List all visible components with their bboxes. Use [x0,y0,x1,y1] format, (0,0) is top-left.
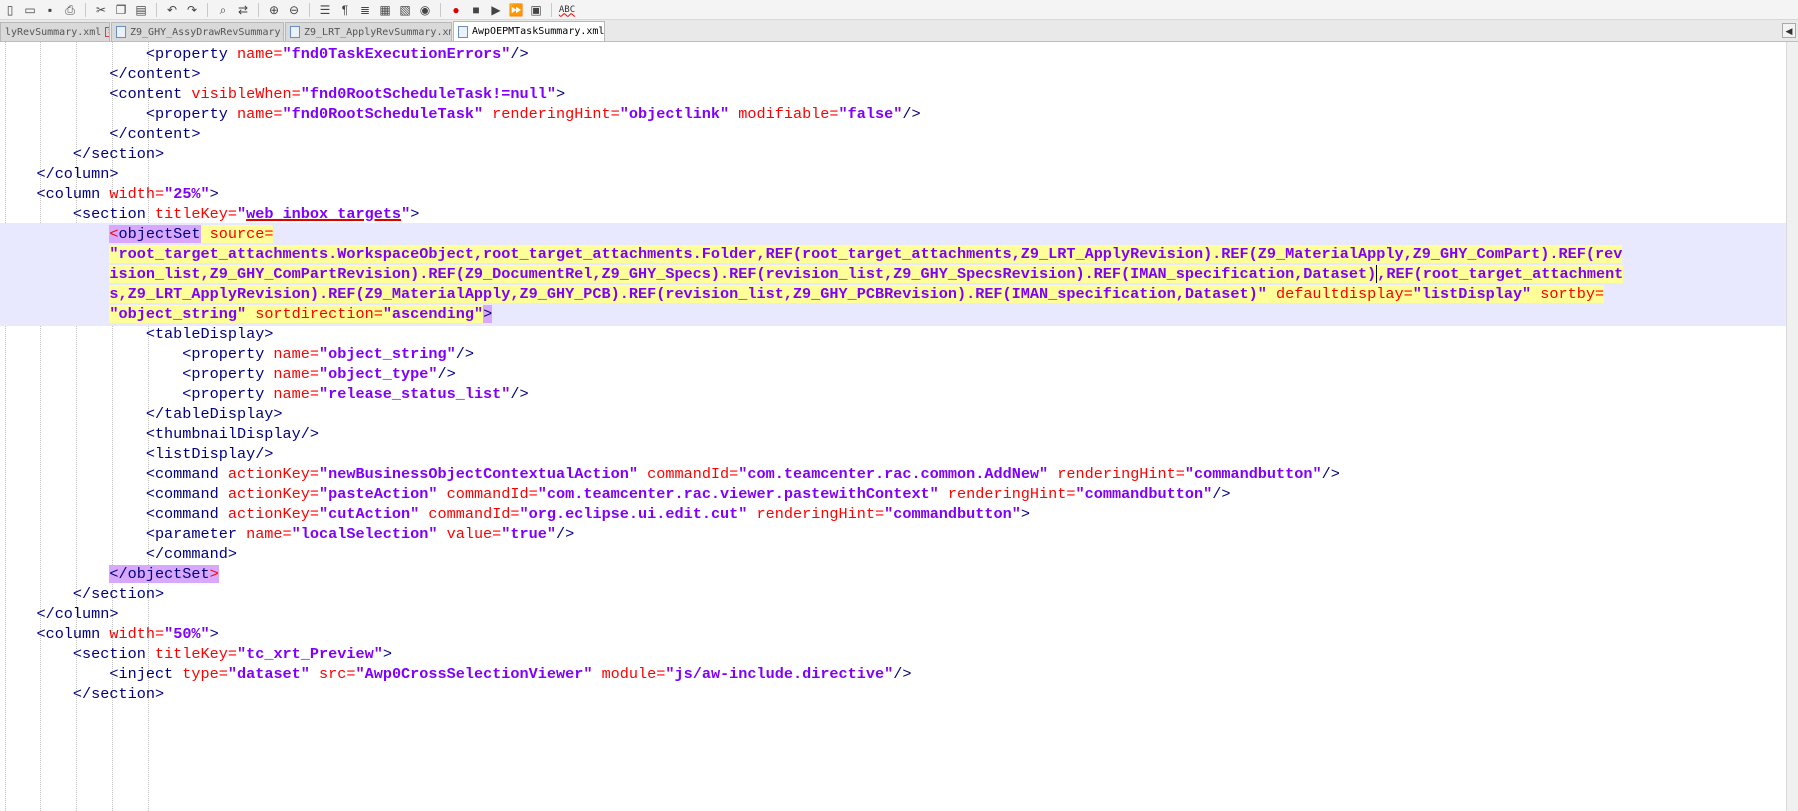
undo-icon[interactable]: ↶ [164,2,180,18]
tab-label: AwpOEPMTaskSummary.xml [472,26,605,37]
toolbar-divider [156,2,157,17]
toolbar-divider [258,2,259,17]
document-icon [116,26,126,38]
close-icon[interactable]: × [105,27,109,37]
matched-tag-end: </objectSet> [109,565,219,583]
open-icon[interactable]: ▭ [22,2,38,18]
document-tab-bar: lyRevSummary.xml × Z9_GHY_AssyDrawRevSum… [0,20,1798,42]
toolbar-divider [440,2,441,17]
tab-apply-rev-summary[interactable]: lyRevSummary.xml × [0,22,110,41]
wrap-icon[interactable]: ¶ [337,2,353,18]
cut-icon[interactable]: ✂ [93,2,109,18]
indent-guide-icon[interactable]: ≣ [357,2,373,18]
replace-icon[interactable]: ⇄ [235,2,251,18]
find-icon[interactable]: ⌕ [215,2,231,18]
paste-icon[interactable]: ▤ [133,2,149,18]
tab-label: Z9_LRT_ApplyRevSummary.xml [304,26,452,38]
redo-icon[interactable]: ↷ [184,2,200,18]
copy-icon[interactable]: ❐ [113,2,129,18]
record-icon[interactable]: ● [448,2,464,18]
toolbar-divider [207,2,208,17]
sync-icon[interactable]: ☰ [317,2,333,18]
tab-label: Z9_GHY_AssyDrawRevSummary.xml [130,26,283,38]
main-toolbar: ▯ ▭ ▪ ⎙ ✂ ❐ ▤ ↶ ↷ ⌕ ⇄ ⊕ ⊖ ☰ ¶ ≣ ▦ ▧ ◉ ● … [0,0,1798,20]
underlined-value: web_inbox_targets [246,205,402,223]
toolbar-divider [309,2,310,17]
vertical-scrollbar[interactable] [1786,42,1798,811]
zoom-in-icon[interactable]: ⊕ [266,2,282,18]
tab-assy-draw-rev-summary[interactable]: Z9_GHY_AssyDrawRevSummary.xml × [111,22,284,41]
code-line[interactable]: </section> [0,683,1786,706]
playback-multiple-icon[interactable]: ⏩ [508,2,524,18]
save-macro-icon[interactable]: ▣ [528,2,544,18]
tab-label: lyRevSummary.xml [5,26,102,38]
spellcheck-icon[interactable]: ABC [559,2,575,18]
new-file-icon[interactable]: ▯ [2,2,18,18]
code-editor[interactable]: <property name="fnd0TaskExecutionErrors"… [0,42,1786,811]
zoom-out-icon[interactable]: ⊖ [286,2,302,18]
toolbar-divider [551,2,552,17]
tab-awp-oepm-task-summary[interactable]: AwpOEPMTaskSummary.xml × [453,21,605,41]
stop-icon[interactable]: ■ [468,2,484,18]
document-icon [290,26,300,38]
monitor-icon[interactable]: ◉ [417,2,433,18]
folder-icon[interactable]: ▦ [377,2,393,18]
toolbar-divider [85,2,86,17]
tab-lrt-apply-rev-summary[interactable]: Z9_LRT_ApplyRevSummary.xml × [285,22,452,41]
play-icon[interactable]: ▶ [488,2,504,18]
matched-tag-start: <objectSet [109,225,201,243]
save-icon[interactable]: ▪ [42,2,58,18]
document-icon [458,25,468,38]
tab-scroll-left-button[interactable]: ◀ [1782,23,1796,38]
print-icon[interactable]: ⎙ [62,2,78,18]
bookmark-icon[interactable]: ▧ [397,2,413,18]
